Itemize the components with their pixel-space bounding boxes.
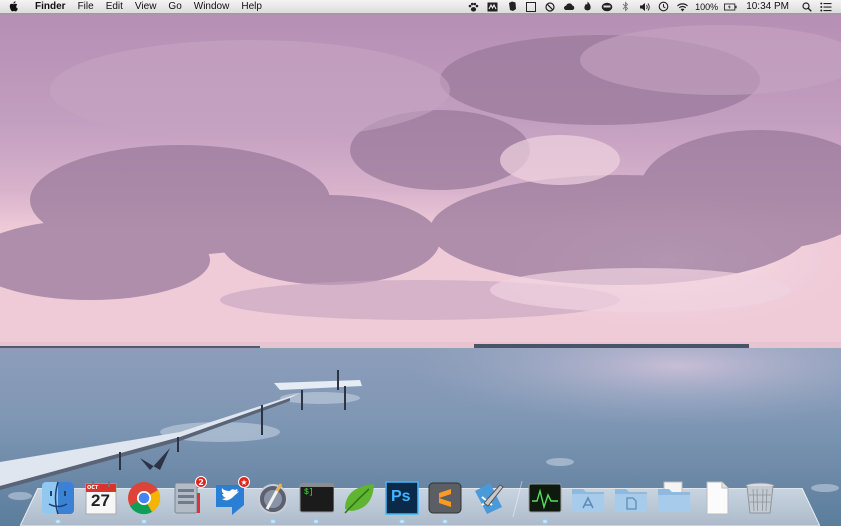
- photoshop-label: Ps: [391, 488, 411, 505]
- flame-icon[interactable]: [581, 1, 594, 12]
- cloud-icon[interactable]: [562, 1, 575, 12]
- volume-icon[interactable]: [638, 1, 651, 12]
- dock-finder[interactable]: [40, 479, 76, 523]
- no-sign-icon[interactable]: [543, 1, 556, 12]
- notification-center-icon[interactable]: [819, 1, 832, 12]
- calendar-day: 27: [91, 491, 110, 510]
- document-icon: [706, 481, 729, 515]
- menu-view[interactable]: View: [129, 0, 163, 14]
- dock-evernote[interactable]: [341, 479, 377, 517]
- menu-go[interactable]: Go: [162, 0, 187, 14]
- dock-downloads-folder[interactable]: [656, 479, 692, 517]
- time-machine-icon[interactable]: [657, 1, 670, 12]
- dock-preview[interactable]: [255, 479, 291, 523]
- dock-calendar[interactable]: OCT 27: [83, 479, 119, 517]
- dock-sublime-text[interactable]: [427, 479, 463, 523]
- documents-folder-icon: [615, 489, 647, 512]
- menu-clock[interactable]: 10:34 PM: [746, 1, 789, 12]
- battery-icon[interactable]: [724, 1, 737, 12]
- dock-documents-folder[interactable]: [613, 479, 649, 517]
- mail-badge: 2: [195, 476, 207, 488]
- running-indicator: [56, 520, 60, 523]
- leaf-icon: [344, 484, 374, 514]
- paw-icon[interactable]: [467, 1, 480, 12]
- finder-icon: [42, 481, 74, 515]
- menu-window[interactable]: Window: [188, 0, 236, 14]
- dock: OCT 27 2 ★ $] Ps: [40, 471, 810, 523]
- dock-xcode[interactable]: [470, 479, 506, 517]
- menu-edit[interactable]: Edit: [100, 0, 129, 14]
- menu-file[interactable]: File: [72, 0, 100, 14]
- preview-icon: [258, 483, 288, 514]
- menu-help[interactable]: Help: [235, 0, 268, 14]
- running-indicator: [543, 520, 547, 523]
- dock-document[interactable]: [699, 479, 735, 517]
- running-indicator: [142, 520, 146, 523]
- app-menu-finder[interactable]: Finder: [31, 0, 72, 14]
- dock-chrome[interactable]: [126, 479, 162, 523]
- evernote-icon[interactable]: [505, 1, 518, 12]
- running-indicator: [271, 520, 275, 523]
- helmet-icon[interactable]: [600, 1, 613, 12]
- apple-menu-icon[interactable]: [9, 1, 19, 12]
- spotlight-icon[interactable]: [800, 1, 813, 12]
- running-indicator: [400, 520, 404, 523]
- dock-twitter[interactable]: ★: [212, 476, 250, 517]
- downloads-folder-icon: [658, 481, 690, 512]
- dock-separator: [512, 481, 523, 517]
- terminal-prompt: $]: [304, 488, 314, 497]
- trash-icon: [745, 482, 775, 514]
- dock-photoshop[interactable]: Ps: [384, 479, 420, 523]
- xcode-icon: [475, 483, 504, 514]
- dock-activity-monitor[interactable]: [527, 479, 563, 523]
- sublime-icon: [428, 482, 462, 514]
- running-indicator: [443, 520, 447, 523]
- bluetooth-icon[interactable]: [619, 1, 632, 12]
- menu-bar: Finder File Edit View Go Window Help 100…: [0, 0, 841, 14]
- terminal-icon: [299, 483, 334, 513]
- chrome-icon: [128, 482, 161, 515]
- battery-percent[interactable]: 100%: [695, 2, 718, 12]
- bitcasa-icon[interactable]: [486, 1, 499, 12]
- desktop-wallpaper: [0, 0, 841, 526]
- dock-mail[interactable]: 2: [169, 476, 207, 517]
- running-indicator: [314, 520, 318, 523]
- applications-folder-icon: [572, 489, 604, 512]
- dock-terminal[interactable]: $]: [298, 479, 334, 523]
- square-icon[interactable]: [524, 1, 537, 12]
- twitter-badge: ★: [238, 476, 250, 488]
- dock-trash[interactable]: [742, 479, 778, 517]
- activity-monitor-icon: [528, 483, 562, 513]
- wifi-icon[interactable]: [676, 1, 689, 12]
- dock-applications-folder[interactable]: [570, 479, 606, 517]
